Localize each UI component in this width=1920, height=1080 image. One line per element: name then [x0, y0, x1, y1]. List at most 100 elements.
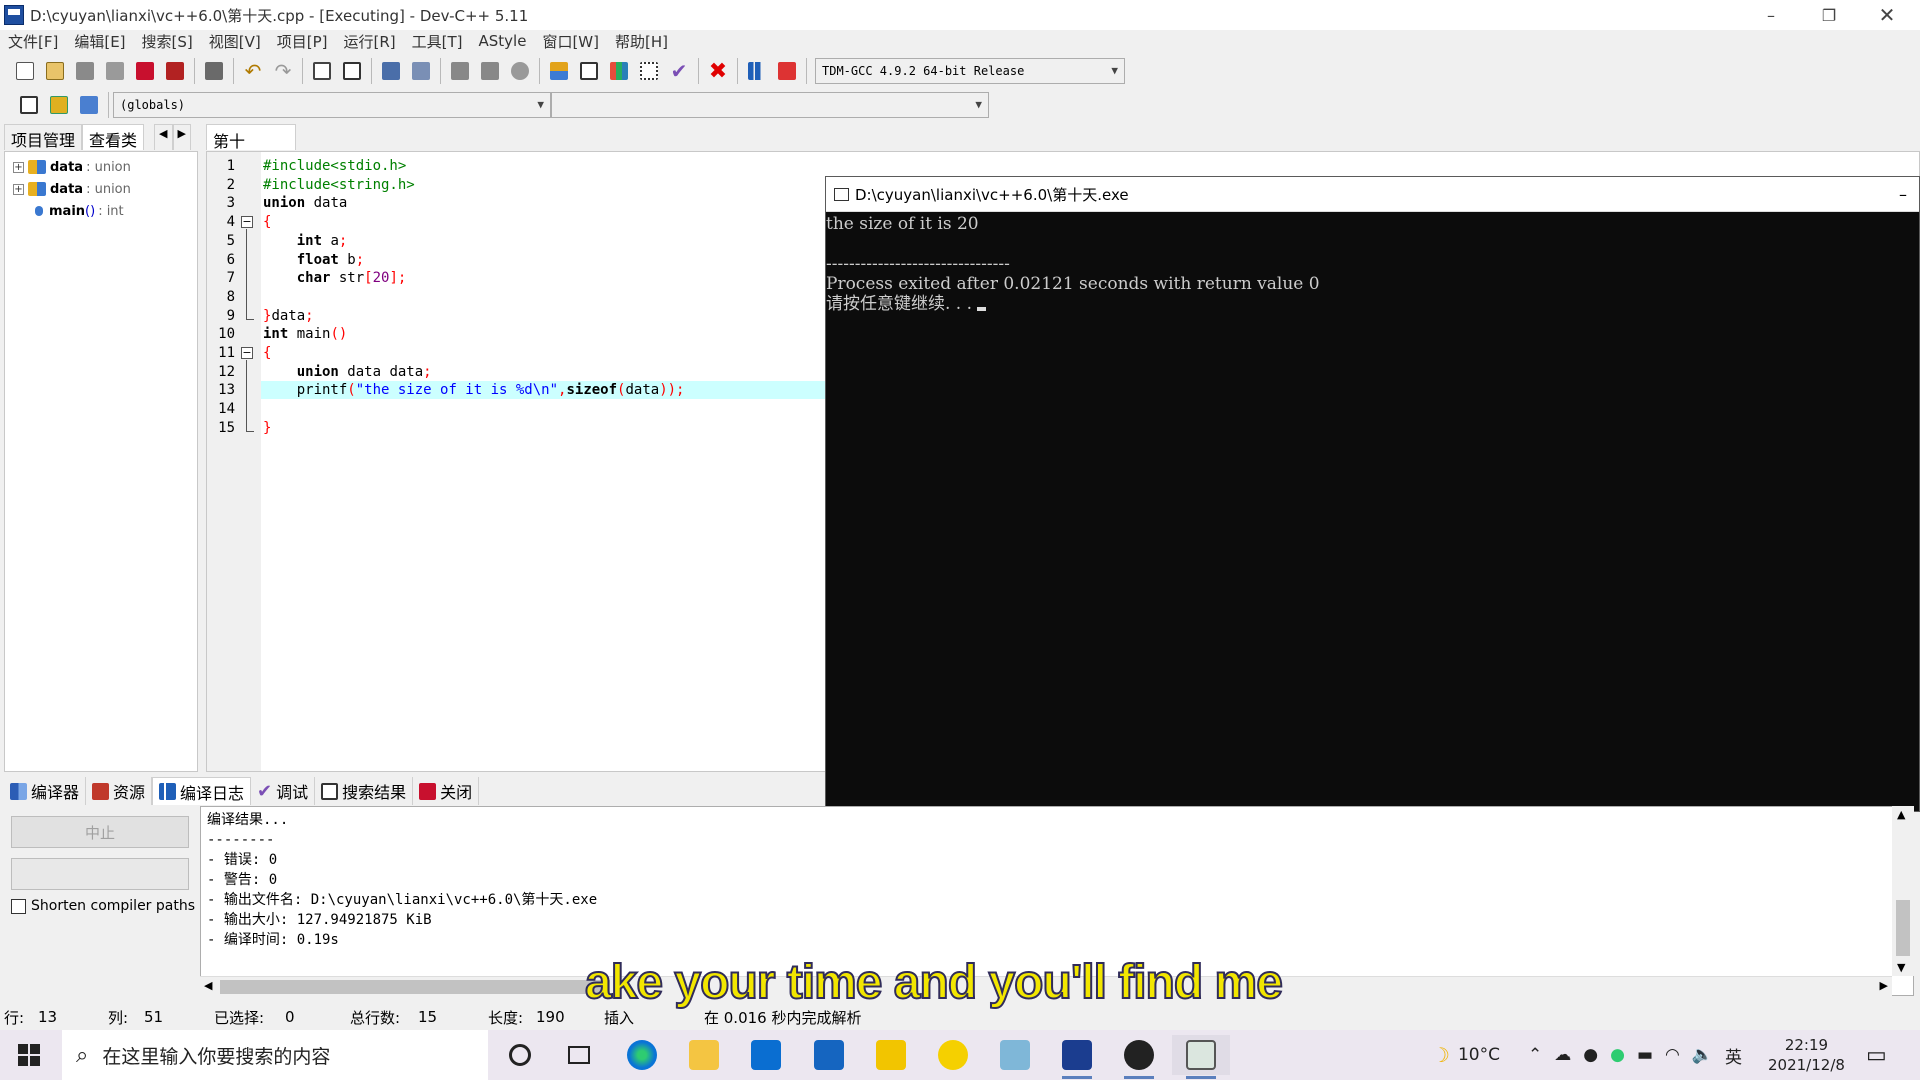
menu-view[interactable]: 视图[V]: [201, 31, 269, 52]
class-browser-icon[interactable]: [606, 58, 632, 84]
profile-icon[interactable]: [774, 58, 800, 84]
app-icon[interactable]: [924, 1035, 982, 1075]
scope-select[interactable]: (globals) ▼: [113, 92, 551, 118]
expand-icon[interactable]: +: [13, 161, 24, 173]
menu-project[interactable]: 项目[P]: [269, 31, 336, 52]
shorten-paths-checkbox[interactable]: [11, 898, 26, 914]
goto-icon[interactable]: [16, 92, 42, 118]
tab-scroll-left-icon[interactable]: ◀: [154, 124, 173, 150]
forward-icon[interactable]: [477, 58, 503, 84]
menu-file[interactable]: 文件[F]: [0, 31, 66, 52]
qq-tray-icon[interactable]: ●: [1583, 1045, 1598, 1065]
shorten-paths-option[interactable]: Shorten compiler paths: [11, 898, 195, 914]
menu-astyle[interactable]: AStyle: [471, 32, 535, 50]
app-icon[interactable]: [986, 1035, 1044, 1075]
start-button[interactable]: [18, 1044, 40, 1066]
stop-execution-icon[interactable]: ✖: [705, 58, 731, 84]
weather-widget[interactable]: ☽ 10°C: [1432, 1030, 1500, 1080]
scroll-right-icon[interactable]: ▶: [1880, 979, 1888, 992]
undo-icon[interactable]: ↶: [240, 58, 266, 84]
tab-class-view[interactable]: 查看类: [82, 124, 145, 150]
qq-icon[interactable]: [1110, 1035, 1168, 1079]
save-all-icon[interactable]: [102, 58, 128, 84]
ime-indicator[interactable]: 英: [1725, 1043, 1742, 1068]
mail-icon[interactable]: [800, 1035, 858, 1075]
wechat-icon[interactable]: ●: [1610, 1045, 1625, 1065]
toggle-icon[interactable]: [76, 92, 102, 118]
back-icon[interactable]: [447, 58, 473, 84]
new-project-icon[interactable]: [546, 58, 572, 84]
cloud-icon[interactable]: ☁: [1554, 1045, 1571, 1065]
tree-item[interactable]: + data : union: [5, 156, 197, 178]
tab-close[interactable]: 关闭: [413, 777, 480, 805]
edge-icon[interactable]: [613, 1035, 671, 1075]
menu-window[interactable]: 窗口[W]: [534, 31, 607, 52]
wifi-icon[interactable]: ◠: [1665, 1045, 1680, 1065]
tab-search-results[interactable]: 搜索结果: [315, 777, 414, 805]
function-select[interactable]: ▼: [551, 92, 989, 118]
notification-icon[interactable]: ▭: [1866, 1030, 1887, 1080]
insert-icon[interactable]: [46, 92, 72, 118]
expand-icon[interactable]: +: [13, 183, 24, 195]
menu-run[interactable]: 运行[R]: [335, 31, 403, 52]
tab-scroll-right-icon[interactable]: ▶: [172, 124, 191, 150]
tab-compiler[interactable]: 编译器: [4, 777, 87, 805]
restore-button[interactable]: ❐: [1800, 0, 1858, 30]
close-file-icon[interactable]: [132, 58, 158, 84]
tab-project-manager[interactable]: 项目管理: [4, 124, 83, 150]
clock[interactable]: 22:19 2021/12/8: [1768, 1030, 1845, 1080]
unindent-icon[interactable]: [408, 58, 434, 84]
scroll-up-icon[interactable]: ▲: [1897, 808, 1905, 821]
abort-button[interactable]: 中止: [11, 816, 189, 848]
tab-compile-log[interactable]: 编译日志: [152, 777, 252, 805]
devcpp-taskbar-icon[interactable]: [1048, 1035, 1106, 1079]
scrollbar-thumb[interactable]: [1896, 900, 1910, 956]
new-file-icon[interactable]: [12, 58, 38, 84]
notes-app-icon[interactable]: [862, 1035, 920, 1075]
compiler-select[interactable]: TDM-GCC 4.9.2 64-bit Release ▼: [815, 58, 1125, 84]
menu-tools[interactable]: 工具[T]: [404, 31, 471, 52]
console-taskbar-icon[interactable]: [1172, 1035, 1230, 1079]
menu-help[interactable]: 帮助[H]: [607, 31, 676, 52]
menu-edit[interactable]: 编辑[E]: [66, 31, 133, 52]
scroll-down-icon[interactable]: ▼: [1897, 961, 1905, 974]
fold-toggle-icon[interactable]: −: [241, 347, 253, 359]
vertical-scrollbar[interactable]: ▲ ▼: [1892, 806, 1914, 976]
tree-item[interactable]: + data : union: [5, 178, 197, 200]
tree-item[interactable]: main() : int: [5, 200, 197, 222]
close-all-icon[interactable]: [162, 58, 188, 84]
open-file-icon[interactable]: [42, 58, 68, 84]
file-explorer-icon[interactable]: [675, 1035, 733, 1075]
print-icon[interactable]: [201, 58, 227, 84]
close-window-button[interactable]: ✕: [1858, 0, 1916, 30]
show-hidden-icons-icon[interactable]: ⌃: [1528, 1045, 1542, 1065]
task-view-icon[interactable]: [550, 1035, 608, 1075]
redo-icon[interactable]: ↷: [270, 58, 296, 84]
chart-icon: [159, 783, 177, 800]
scrollbar-thumb[interactable]: [220, 980, 610, 994]
volume-icon[interactable]: 🔈: [1692, 1045, 1713, 1065]
save-icon[interactable]: [72, 58, 98, 84]
chart-icon[interactable]: [744, 58, 770, 84]
indent-icon[interactable]: [378, 58, 404, 84]
tab-resources[interactable]: 资源: [86, 777, 153, 805]
menu-search[interactable]: 搜索[S]: [134, 31, 201, 52]
console-window[interactable]: D:\cyuyan\lianxi\vc++6.0\第十天.exe – the s…: [825, 176, 1920, 812]
minimize-button[interactable]: –: [1742, 0, 1800, 30]
fold-toggle-icon[interactable]: −: [241, 216, 253, 229]
scroll-left-icon[interactable]: ◀: [204, 979, 212, 992]
project-window-icon[interactable]: [576, 58, 602, 84]
taskbar-search-box[interactable]: ⌕ 在这里输入你要搜索的内容: [62, 1030, 488, 1080]
store-icon[interactable]: [737, 1035, 795, 1075]
tab-debug[interactable]: ✔ 调试: [251, 777, 316, 805]
replace-icon[interactable]: [339, 58, 365, 84]
find-icon[interactable]: [309, 58, 335, 84]
editor-tab[interactable]: 第十天.cpp: [206, 124, 296, 175]
cortana-icon[interactable]: [491, 1035, 549, 1075]
layout-icon[interactable]: [636, 58, 662, 84]
console-minimize-button[interactable]: –: [1899, 185, 1907, 204]
battery-icon[interactable]: ▬: [1637, 1045, 1653, 1065]
bookmark-icon[interactable]: [507, 58, 533, 84]
check-syntax-icon[interactable]: ✔: [666, 58, 692, 84]
status-sel: 0: [285, 1008, 295, 1026]
